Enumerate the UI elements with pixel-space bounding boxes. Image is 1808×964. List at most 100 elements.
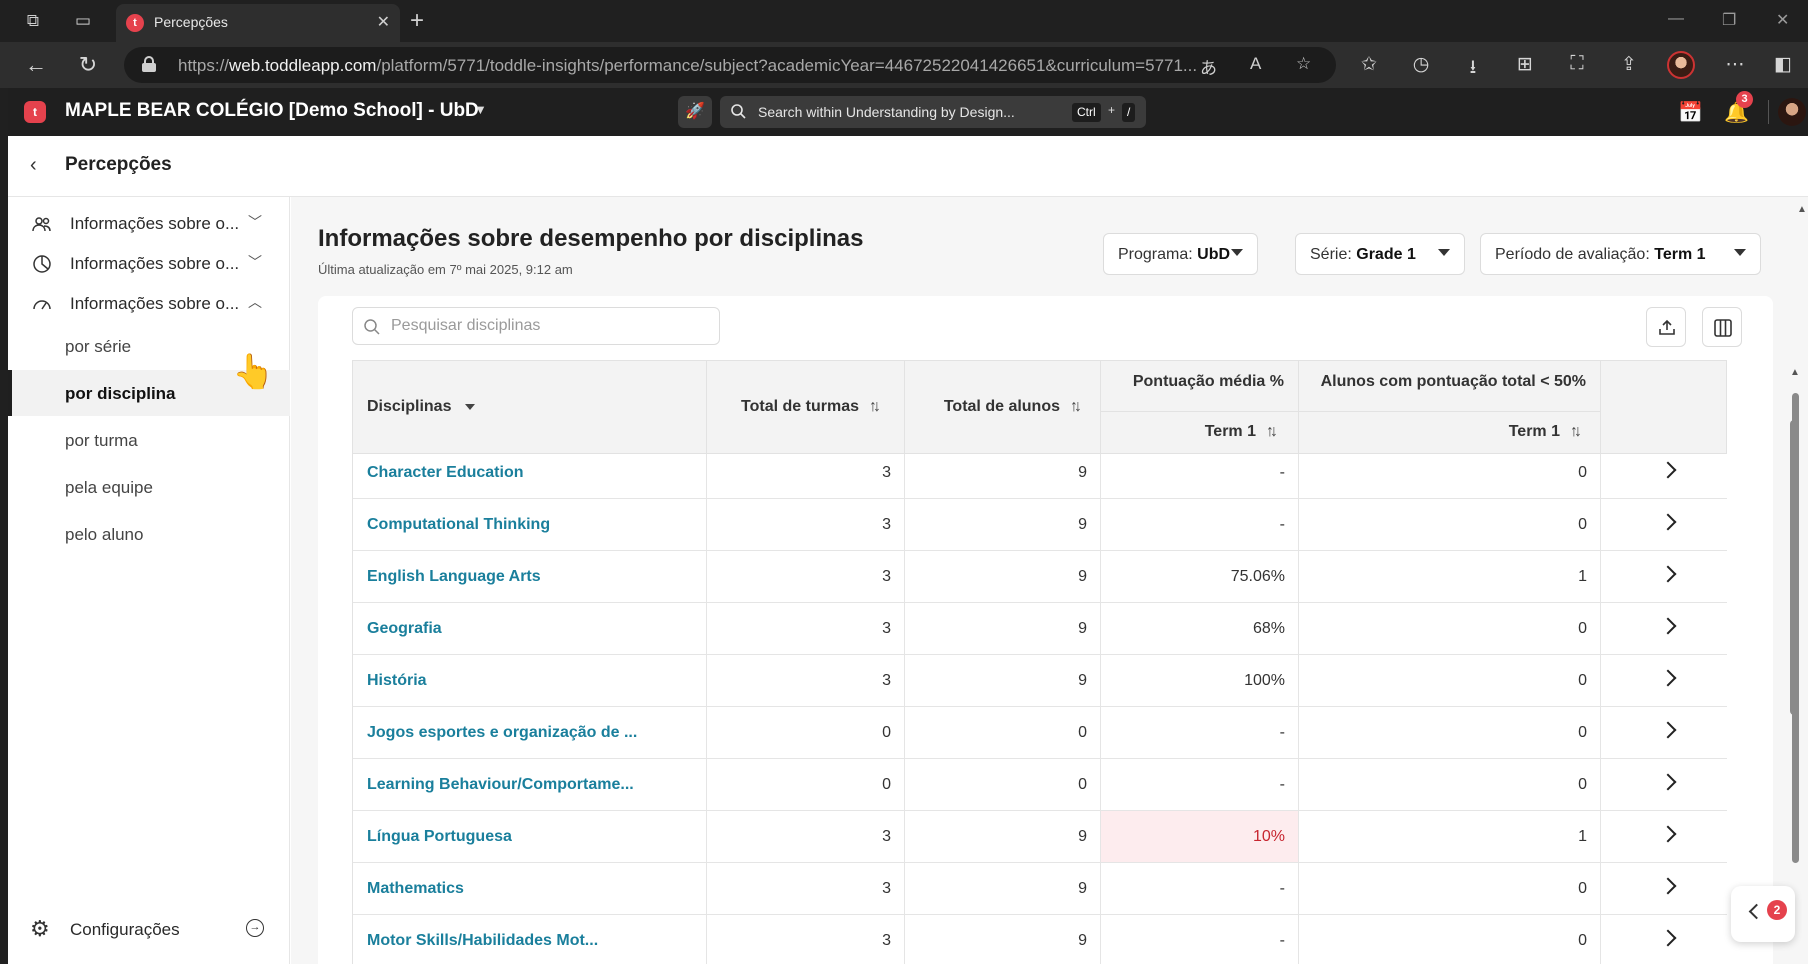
chevron-right-icon[interactable] [1659,773,1677,791]
subject-search-input[interactable]: Pesquisar disciplinas [352,307,720,345]
chevron-right-icon[interactable] [1659,565,1677,583]
chevron-right-icon[interactable] [1659,929,1677,947]
chevron-right-icon[interactable] [1659,669,1677,687]
table-row[interactable]: Learning Behaviour/Comportame... 0 0 - 0 [352,759,1727,811]
history-icon[interactable]: ◷ [1408,53,1434,76]
table-row[interactable]: Língua Portuguesa 3 9 10% 1 [352,811,1727,863]
column-header-avg-term[interactable]: Term 1 ↑↓ [1100,423,1278,441]
filter-value: UbD [1197,246,1231,263]
sidebar-item-label: por série [65,337,132,356]
browser-profile-avatar[interactable] [1667,51,1695,79]
chevron-right-icon[interactable] [1659,617,1677,635]
calendar-icon[interactable]: 📅 [1678,100,1703,125]
table-row[interactable]: Computational Thinking 3 9 - 0 [352,499,1727,551]
below-50-cell: 1 [1578,568,1587,585]
sidebar-item-pela-equipe[interactable]: pela equipe [8,464,290,510]
sidebar-item-label: pela equipe [65,478,153,497]
subject-link[interactable]: Learning Behaviour/Comportame... [367,759,667,810]
subject-link[interactable]: Computational Thinking [367,499,667,550]
close-tab-icon[interactable]: ✕ [377,12,390,32]
table-row[interactable]: Geografia 3 9 68% 0 [352,603,1727,655]
assessment-period-filter[interactable]: Período de avaliação: Term 1 [1480,233,1761,275]
browser-tab[interactable]: t Percepções ✕ [116,4,400,42]
sort-icon: ↑↓ [869,398,881,415]
floating-panel-button[interactable]: 2 [1731,886,1795,942]
subject-link[interactable]: Geografia [367,603,667,654]
sidebar-group-1[interactable]: Informações sobre o... ﹀ [8,203,290,243]
user-avatar[interactable] [1778,98,1806,126]
columns-icon [1714,319,1732,337]
screenshot-icon[interactable]: ⛶ [1564,53,1590,75]
back-icon[interactable]: ← [22,52,50,78]
below-50-cell: 0 [1578,464,1587,481]
table-row[interactable]: Character Education 3 9 - 0 [352,454,1727,499]
toddle-logo-icon: t [24,101,46,123]
column-header-students[interactable]: Total de alunos ↑↓ [923,398,1082,416]
downloads-icon[interactable]: ⭳ [1460,53,1486,85]
more-menu-icon[interactable]: ⋯ [1722,53,1748,76]
table-row[interactable]: História 3 9 100% 0 [352,655,1727,707]
table-row[interactable]: Motor Skills/Habilidades Mot... 3 9 - 0 [352,915,1727,964]
chevron-right-icon[interactable] [1659,825,1677,843]
minimize-icon[interactable]: — [1668,10,1684,28]
rocket-icon[interactable]: 🚀 [678,96,712,128]
page-scroll-up-icon[interactable]: ▲ [1797,204,1807,215]
column-header-below-term[interactable]: Term 1 ↑↓ [1298,423,1582,441]
filter-label: Período de avaliação: [1495,246,1650,263]
grade-filter[interactable]: Série: Grade 1 [1295,233,1465,275]
read-aloud-icon[interactable]: A [1250,54,1261,74]
sidebar-item-por-turma[interactable]: por turma [8,417,290,463]
chevron-right-icon[interactable] [1659,513,1677,531]
extensions-icon[interactable]: ⊞ [1512,53,1538,76]
export-button[interactable] [1646,307,1686,347]
total-classes-cell: 3 [882,620,891,637]
school-dropdown-icon[interactable]: ▼ [474,102,487,117]
sidebar-group-2[interactable]: Informações sobre o... ﹀ [8,243,290,283]
below-50-cell: 0 [1578,776,1587,793]
table-row[interactable]: English Language Arts 3 9 75.06% 1 [352,551,1727,603]
avg-score-cell: - [1279,932,1285,949]
sidebar-item-pelo-aluno[interactable]: pelo aluno [8,511,290,557]
avg-score-cell: - [1279,724,1285,741]
new-tab-icon[interactable]: + [410,7,424,35]
chevron-right-icon[interactable] [1659,461,1677,479]
subject-link[interactable]: Mathematics [367,863,667,914]
program-filter[interactable]: Programa: UbD [1103,233,1258,275]
restore-icon[interactable]: ❐ [1722,10,1736,30]
school-name[interactable]: MAPLE BEAR COLÉGIO [Demo School] - UbD [65,100,479,122]
tab-actions-icon[interactable]: ▭ [70,9,96,33]
sidebar-toggle-icon[interactable]: ◧ [1770,53,1796,76]
address-bar[interactable]: https://web.toddleapp.com/platform/5771/… [124,47,1336,83]
columns-button[interactable] [1702,307,1742,347]
below-50-cell: 1 [1578,828,1587,845]
translate-icon[interactable]: あ [1200,54,1217,79]
table-row[interactable]: Mathematics 3 9 - 0 [352,863,1727,915]
subject-link[interactable]: Character Education [367,454,667,498]
chevron-right-icon[interactable] [1659,877,1677,895]
column-header-subject[interactable]: Disciplinas [367,398,476,416]
favorites-icon[interactable]: ✩ [1356,53,1382,76]
floating-badge: 2 [1767,900,1787,920]
subject-link[interactable]: História [367,655,667,706]
page-scroll-thumb[interactable] [1790,420,1798,715]
scroll-up-icon[interactable]: ▲ [1790,367,1800,378]
global-search-input[interactable]: Search within Understanding by Design...… [720,96,1146,128]
subject-link[interactable]: Motor Skills/Habilidades Mot... [367,915,667,964]
favorite-star-icon[interactable]: ☆ [1296,54,1311,74]
workspaces-icon[interactable]: ⧉ [20,9,46,33]
column-header-classes[interactable]: Total de turmas ↑↓ [727,398,881,416]
exit-arrow-icon[interactable]: → [246,919,264,937]
subject-link[interactable]: English Language Arts [367,551,667,602]
share-icon[interactable]: ⇪ [1616,53,1642,76]
subject-link[interactable]: Língua Portuguesa [367,811,667,862]
chevron-right-icon[interactable] [1659,721,1677,739]
sidebar-group-3[interactable]: Informações sobre o... ︿ [8,283,290,323]
close-window-icon[interactable]: ✕ [1776,10,1789,30]
reload-icon[interactable]: ↻ [74,52,102,78]
below-50-cell: 0 [1578,516,1587,533]
subject-link[interactable]: Jogos esportes e organização de ... [367,707,667,758]
back-arrow-icon[interactable]: ‹ [30,154,37,177]
settings-button[interactable]: ⚙ Configurações → [8,911,290,951]
table-row[interactable]: Jogos esportes e organização de ... 0 0 - 0 [352,707,1727,759]
table-header: Disciplinas Total de turmas ↑↓ Total de a… [352,360,1727,454]
